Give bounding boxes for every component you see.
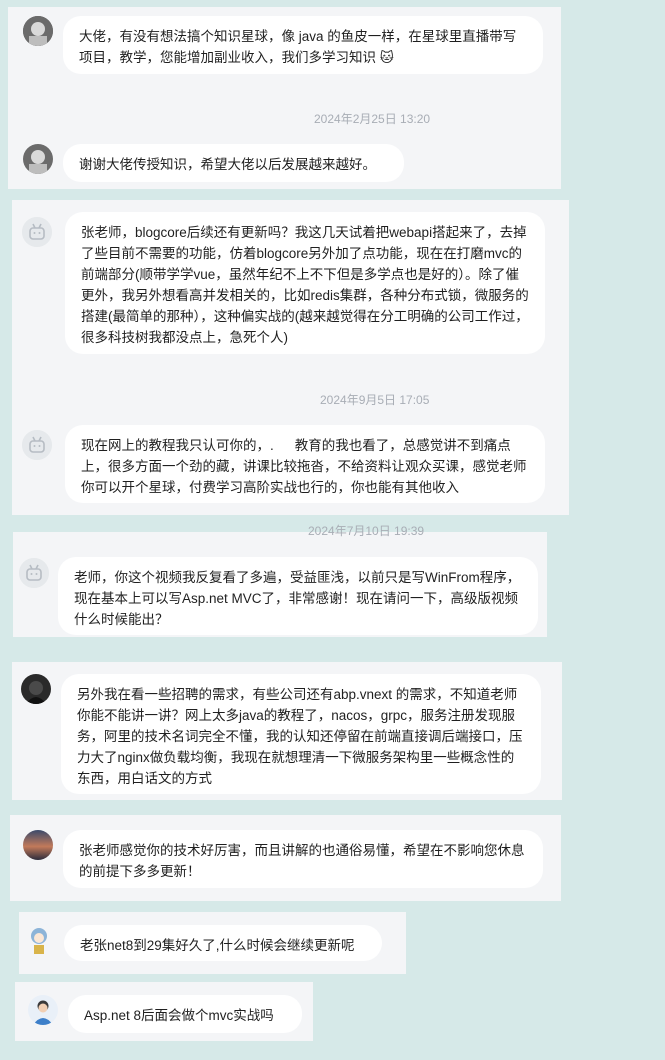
anime-avatar-icon[interactable] <box>24 925 54 955</box>
message-text: 张老师感觉你的技术好厉害，而且讲解的也通俗易懂，希望在不影响您休息的前提下多多更… <box>79 843 525 879</box>
message-text: 谢谢大佬传授知识，希望大佬以后发展越来越好。 <box>79 157 376 172</box>
user-avatar-icon[interactable] <box>23 144 53 174</box>
message-text: Asp.net 8后面会做个mvc实战吗 <box>84 1008 274 1023</box>
message-time: 2024年2月25日 13:20 <box>314 112 431 126</box>
message-bubble: 另外我在看一些招聘的需求，有些公司还有abp.vnext 的需求，不知道老师你能… <box>61 674 541 794</box>
message-text: 大佬，有没有想法搞个知识星球，像 java 的鱼皮一样，在星球里直播带写项目，教… <box>79 29 517 65</box>
message-bubble: 老师，你这个视频我反复看了多遍，受益匪浅，以前只是写WinFrom程序，现在基本… <box>58 557 538 635</box>
message-text: 另外我在看一些招聘的需求，有些公司还有abp.vnext 的需求，不知道老师你能… <box>77 687 523 786</box>
user-avatar-icon[interactable] <box>23 16 53 46</box>
bilibili-tv-avatar-icon[interactable] <box>22 217 52 247</box>
message-text: 老张net8到29集好久了,什么时候会继续更新呢 <box>80 938 355 953</box>
message-bubble: 张老师，blogcore后续还有更新吗？我这几天试着把webapi搭起来了，去掉… <box>65 212 545 354</box>
message-bubble: 谢谢大佬传授知识，希望大佬以后发展越来越好。 <box>63 144 404 182</box>
message-bubble: 现在网上的教程我只认可你的，. 教育的我也看了，总感觉讲不到痛点上，很多方面一个… <box>65 425 545 503</box>
message-text: 老师，你这个视频我反复看了多遍，受益匪浅，以前只是写WinFrom程序，现在基本… <box>74 570 521 627</box>
message-text: 现在网上的教程我只认可你的，. 教育的我也看了，总感觉讲不到痛点上，很多方面一个… <box>81 438 527 495</box>
message-time: 2024年7月10日 19:39 <box>308 524 425 538</box>
message-bubble: 张老师感觉你的技术好厉害，而且讲解的也通俗易懂，希望在不影响您休息的前提下多多更… <box>63 830 543 888</box>
sunset-avatar-icon[interactable] <box>23 830 53 860</box>
bilibili-tv-avatar-icon[interactable] <box>19 558 49 588</box>
message-text: 张老师，blogcore后续还有更新吗？我这几天试着把webapi搭起来了，去掉… <box>81 225 529 345</box>
message-bubble: Asp.net 8后面会做个mvc实战吗 <box>68 995 302 1033</box>
message-bubble: 大佬，有没有想法搞个知识星球，像 java 的鱼皮一样，在星球里直播带写项目，教… <box>63 16 543 74</box>
message-time: 2024年9月5日 17:05 <box>320 393 430 407</box>
dark-avatar-icon[interactable] <box>21 674 51 704</box>
bilibili-tv-avatar-icon[interactable] <box>22 430 52 460</box>
message-bubble: 老张net8到29集好久了,什么时候会继续更新呢 <box>64 925 382 961</box>
person-avatar-icon[interactable] <box>28 995 58 1025</box>
